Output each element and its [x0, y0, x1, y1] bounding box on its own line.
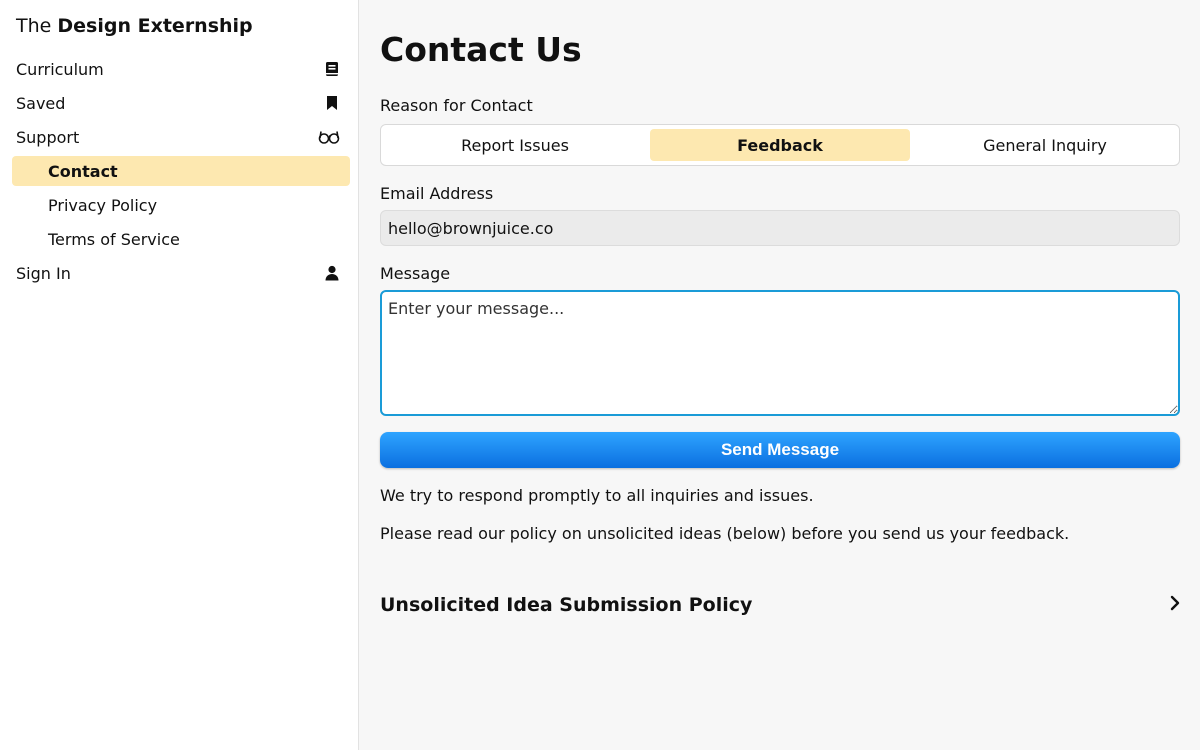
sidebar-item-contact[interactable]: Contact: [12, 156, 350, 186]
segment-general-inquiry[interactable]: General Inquiry: [915, 129, 1175, 161]
send-message-button[interactable]: Send Message: [380, 432, 1180, 468]
brand-prefix: The: [16, 15, 52, 37]
segment-feedback[interactable]: Feedback: [650, 129, 910, 161]
book-icon: [324, 61, 340, 77]
sidebar-item-terms-of-service[interactable]: Terms of Service: [12, 224, 350, 254]
chevron-right-icon: [1170, 594, 1180, 616]
main-content: Contact Us Reason for Contact Report Iss…: [360, 0, 1200, 750]
sidebar-item-label: Curriculum: [16, 59, 104, 79]
policy-disclosure[interactable]: Unsolicited Idea Submission Policy: [380, 590, 1180, 620]
email-label: Email Address: [380, 184, 494, 203]
sidebar-item-sign-in[interactable]: Sign In: [12, 258, 350, 288]
brand-name: Design Externship: [57, 15, 253, 37]
sidebar-item-label: Contact: [48, 161, 118, 181]
glasses-icon: [318, 129, 340, 145]
reason-segmented-control: Report Issues Feedback General Inquiry: [380, 124, 1180, 166]
brand-title[interactable]: The Design Externship: [16, 15, 253, 37]
message-textarea[interactable]: [380, 290, 1180, 416]
page-title: Contact Us: [380, 30, 582, 69]
segment-report-issues[interactable]: Report Issues: [385, 129, 645, 161]
response-note: We try to respond promptly to all inquir…: [380, 486, 814, 505]
bookmark-icon: [324, 95, 340, 111]
sidebar-item-label: Terms of Service: [48, 229, 180, 249]
sidebar-item-saved[interactable]: Saved: [12, 88, 350, 118]
sidebar-item-label: Sign In: [16, 263, 71, 283]
reason-label: Reason for Contact: [380, 96, 533, 115]
sidebar: The Design Externship Curriculum Saved S…: [0, 0, 359, 750]
policy-title: Unsolicited Idea Submission Policy: [380, 594, 753, 616]
sidebar-item-label: Saved: [16, 93, 66, 113]
sidebar-item-curriculum[interactable]: Curriculum: [12, 54, 350, 84]
person-icon: [324, 265, 340, 281]
sidebar-item-privacy-policy[interactable]: Privacy Policy: [12, 190, 350, 220]
message-label: Message: [380, 264, 451, 283]
sidebar-item-label: Support: [16, 127, 80, 147]
email-field[interactable]: [380, 210, 1180, 246]
sidebar-item-support[interactable]: Support: [12, 122, 350, 152]
sidebar-item-label: Privacy Policy: [48, 195, 158, 215]
policy-note: Please read our policy on unsolicited id…: [380, 524, 1070, 543]
